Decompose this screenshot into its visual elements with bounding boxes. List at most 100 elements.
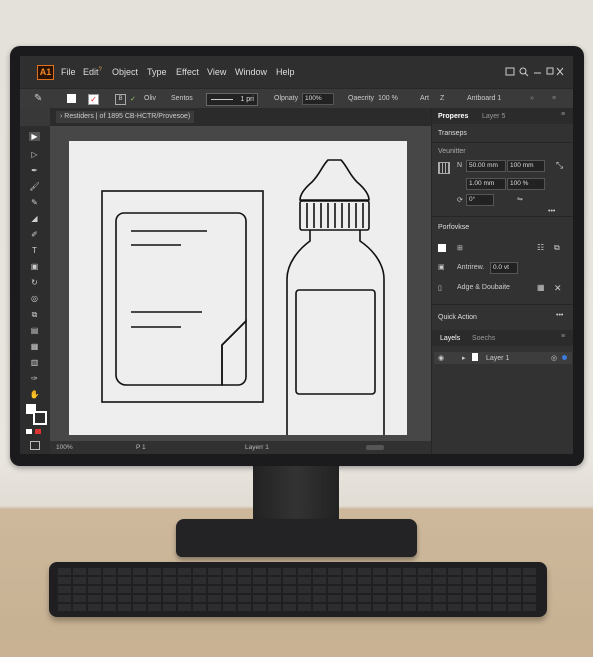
arrange-icon[interactable]	[505, 67, 515, 76]
grid-icon[interactable]: ▦	[537, 283, 545, 292]
menu-object[interactable]: Object	[112, 67, 138, 77]
tab-search-panel[interactable]: Soechs	[472, 335, 495, 342]
mesh-icon[interactable]: ▦	[29, 342, 40, 351]
horizontal-scrollbar[interactable]	[366, 445, 384, 450]
close-icon[interactable]: ✕	[554, 283, 562, 294]
stroke-color-swatch[interactable]	[33, 411, 47, 425]
menu-view[interactable]: View	[207, 67, 226, 77]
scale-icon[interactable]: ⧉	[29, 310, 40, 319]
pencil-icon[interactable]: ✎	[34, 93, 42, 104]
fill-options-icon[interactable]: ⊞	[457, 244, 463, 252]
height-field[interactable]: 100 mm	[507, 160, 545, 172]
fill-swatch-panel[interactable]	[438, 244, 446, 252]
width-field[interactable]: 50.00 mm	[466, 160, 506, 172]
eyedropper-icon[interactable]: ✑	[29, 374, 40, 383]
quick-actions-heading: Quick Action	[438, 314, 477, 321]
art-label[interactable]: Art	[420, 95, 429, 102]
eraser-icon[interactable]: ◢	[29, 214, 40, 223]
layer-row[interactable]: ◉ ▸ Layer 1 ◎	[434, 352, 572, 364]
align-options-icon[interactable]: ☷	[537, 243, 544, 252]
app-logo: A1	[37, 65, 54, 80]
stroke-swatch-panel[interactable]: ▣	[438, 263, 445, 271]
selection-indicator	[562, 355, 567, 360]
z-label[interactable]: Z	[440, 95, 444, 102]
artboard-label[interactable]: Antboard 1	[467, 95, 501, 102]
brush-icon[interactable]: B	[115, 94, 126, 105]
angle-field[interactable]: 0°	[466, 194, 494, 206]
y-field[interactable]: 100 %	[507, 178, 545, 190]
menu-effect[interactable]: Effect	[176, 67, 199, 77]
tab-properties[interactable]: Properes	[438, 113, 468, 120]
transform-heading: Transeps	[438, 130, 467, 137]
stroke-field[interactable]: 0.0 vt	[490, 262, 518, 274]
rotate-icon: ⟳	[457, 197, 463, 204]
menu-help[interactable]: Help	[276, 67, 295, 77]
none-color-icon[interactable]	[35, 429, 41, 434]
pen-icon[interactable]: ✒	[29, 166, 40, 175]
type-icon[interactable]: T	[29, 246, 40, 255]
tab-layers[interactable]: Layer 5	[482, 113, 505, 120]
opacity-right-value[interactable]: 100 %	[378, 95, 398, 102]
panel-menu-icon[interactable]: ≡	[561, 111, 565, 118]
search-icon-handle	[524, 72, 529, 77]
flip-icon[interactable]: ⇋	[517, 195, 523, 203]
menu-edit[interactable]: Edit?	[83, 67, 102, 77]
more-options-icon[interactable]: •••	[556, 312, 563, 319]
label-card-folded-corner	[221, 319, 247, 386]
bottle-body	[286, 230, 385, 454]
layer-name[interactable]: Layer 1	[486, 355, 509, 362]
menu-window[interactable]: Window	[235, 67, 267, 77]
menu-edit-superscript: ?	[98, 67, 102, 73]
stroke-swatch[interactable]: ✓	[88, 94, 99, 105]
selection-icon[interactable]: ▶	[29, 132, 40, 141]
panel-menu-icon[interactable]: ≡	[561, 333, 565, 340]
zoom-level[interactable]: 100%	[56, 444, 73, 451]
x-field[interactable]: 1.00 mm	[466, 178, 506, 190]
image-icon[interactable]: ▣	[29, 262, 40, 271]
more-options-icon[interactable]: •••	[548, 208, 555, 215]
artboard-tool-icon[interactable]: ▥	[29, 358, 40, 367]
divider	[432, 216, 573, 217]
chevron-right-icon[interactable]: »	[530, 95, 534, 102]
dropper-bottle-drawing	[286, 159, 385, 454]
maximize-icon[interactable]	[546, 67, 554, 75]
draw-mode-icon[interactable]	[30, 441, 40, 450]
target-icon[interactable]: ◎	[551, 354, 557, 362]
panel-menu-icon[interactable]: ≡	[552, 95, 556, 102]
expand-arrow-icon[interactable]: ▸	[462, 354, 466, 362]
close-icon[interactable]	[556, 67, 564, 76]
menu-file[interactable]: File	[61, 67, 76, 77]
pencil-tool-icon[interactable]: ✎	[29, 198, 40, 207]
eye-icon[interactable]: ◉	[438, 354, 444, 362]
fill-swatch[interactable]	[67, 94, 76, 103]
style-label: Oliv	[144, 95, 157, 102]
rotate-icon[interactable]: ↻	[29, 278, 40, 287]
stroke-weight-field[interactable]: 1 pri	[206, 93, 258, 106]
menu-type[interactable]: Type	[147, 67, 167, 77]
default-colors-icon[interactable]	[26, 429, 32, 434]
align-label: Adge & Doubaite	[457, 284, 510, 291]
opacity-label: Olpnaty	[274, 95, 299, 102]
shape-icon[interactable]: ◎	[29, 294, 40, 303]
constrain-icon[interactable]: ⤡	[556, 160, 563, 171]
direct-selection-icon[interactable]: ▷	[29, 150, 40, 159]
page-number[interactable]: P 1	[136, 444, 146, 451]
monitor-stand-base	[176, 519, 417, 557]
tools-panel: ▶ ▷ ✒ 🖌 ✎ ◢ ✐ T ▣ ↻ ◎ ⧉ ▤ ▦ ▥ ✑ ✋	[20, 126, 50, 454]
transform-subheading: Veunitter	[438, 148, 466, 155]
stroke-line-preview	[211, 99, 233, 100]
tab-layers-panel[interactable]: Layels	[440, 335, 460, 342]
label-card	[115, 212, 247, 386]
transform-options-icon[interactable]: ⧉	[554, 243, 560, 253]
divider	[432, 142, 573, 143]
brush-tool-icon[interactable]: 🖌	[29, 182, 40, 191]
style-dropdown[interactable]: Sentos	[171, 95, 193, 102]
properties-panel: Properes Layer 5 ≡ Transeps Veunitter N …	[431, 108, 573, 454]
opacity-field[interactable]: 100%	[302, 93, 334, 105]
gradient-icon[interactable]: ▤	[29, 326, 40, 335]
hand-icon[interactable]: ✋	[29, 390, 40, 399]
artboard[interactable]	[69, 141, 407, 454]
reference-point-icon[interactable]	[438, 162, 450, 174]
document-tab[interactable]: › Restiders | of 1895 CB-HCTR/Provesoe)	[56, 111, 195, 123]
blob-brush-icon[interactable]: ✐	[29, 230, 40, 239]
